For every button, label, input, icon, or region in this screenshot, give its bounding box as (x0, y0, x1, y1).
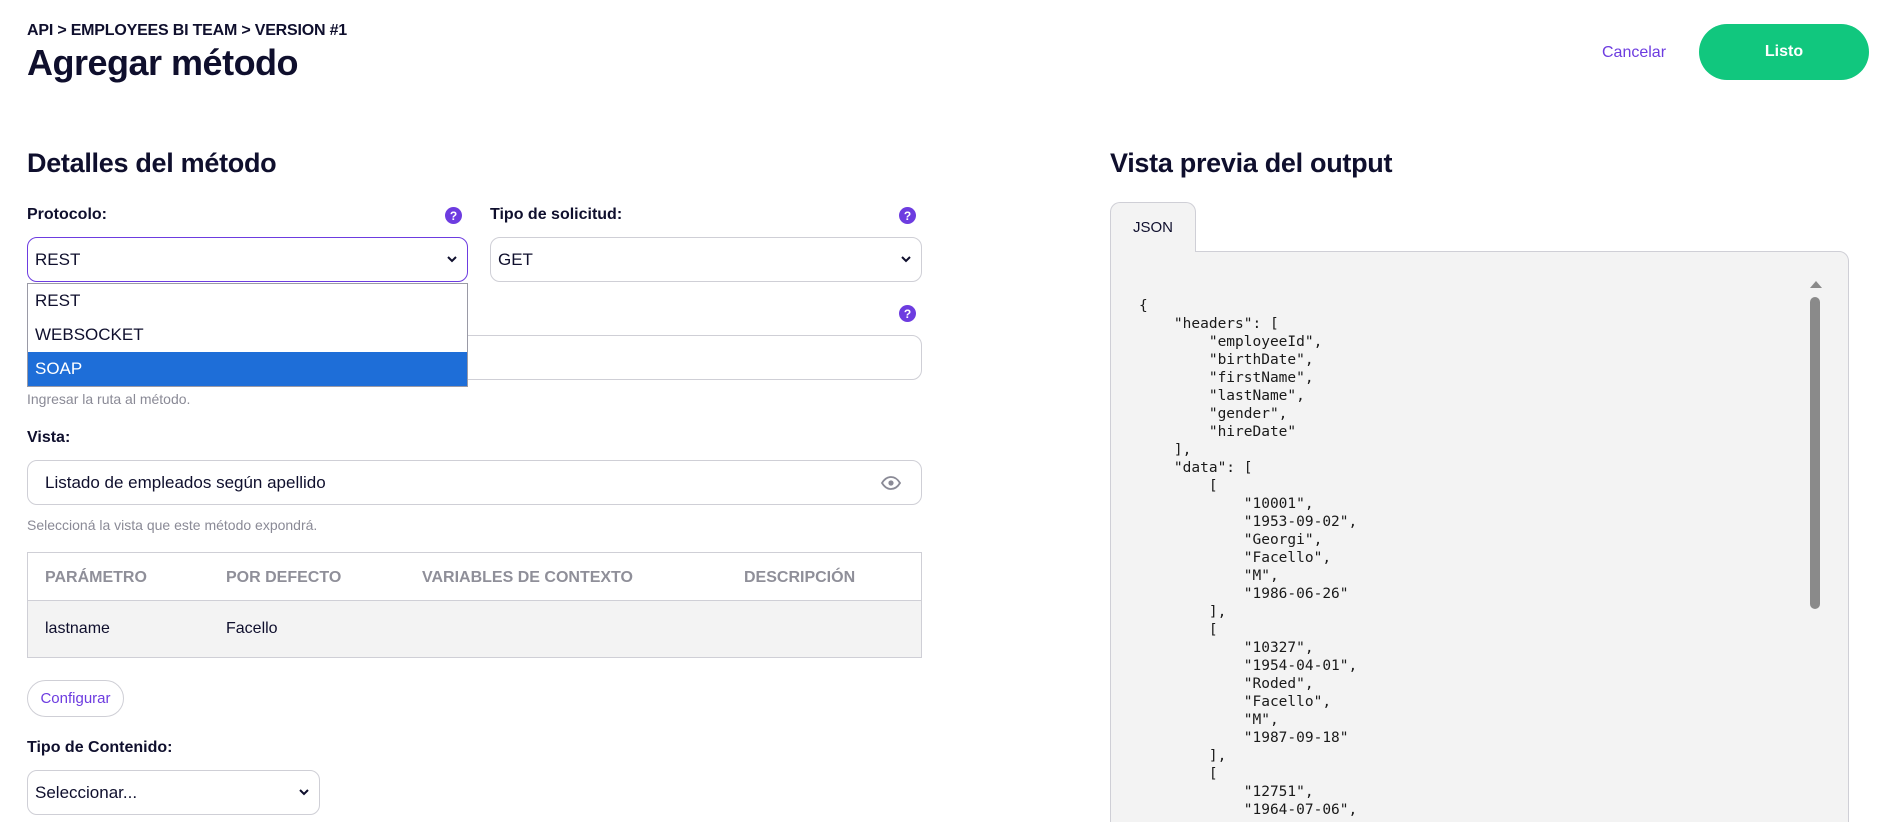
content-type-select[interactable]: Seleccionar... (27, 770, 320, 815)
chevron-down-icon (901, 256, 911, 263)
preview-scrollbar[interactable] (1808, 277, 1822, 822)
page-title: Agregar método (27, 42, 299, 83)
request-type-label: Tipo de solicitud: (490, 206, 623, 223)
cell-param: lastname (45, 620, 110, 637)
view-input[interactable]: Listado de empleados según apellido (27, 460, 922, 505)
protocol-select-value: REST (35, 249, 81, 269)
tab-json[interactable]: JSON (1110, 202, 1196, 252)
protocol-select[interactable]: REST (27, 237, 468, 282)
params-table: PARÁMETRO POR DEFECTO VARIABLES DE CONTE… (27, 552, 922, 658)
protocol-label: Protocolo: (27, 206, 107, 223)
path-help-icon[interactable]: ? (899, 305, 916, 322)
col-header-param: PARÁMETRO (45, 569, 147, 586)
chevron-down-icon (299, 789, 309, 796)
col-header-context: VARIABLES DE CONTEXTO (422, 569, 633, 586)
chevron-down-icon (447, 256, 457, 263)
table-row[interactable]: lastname Facello (28, 601, 921, 657)
params-table-header: PARÁMETRO POR DEFECTO VARIABLES DE CONTE… (28, 553, 921, 601)
output-preview-title: Vista previa del output (1110, 148, 1393, 178)
protocol-option-soap[interactable]: SOAP (28, 352, 467, 386)
done-button[interactable]: Listo (1699, 24, 1869, 80)
view-label: Vista: (27, 429, 71, 446)
scroll-up-icon[interactable] (1810, 281, 1822, 288)
view-hint: Seleccioná la vista que este método expo… (27, 517, 318, 533)
cancel-button[interactable]: Cancelar (1602, 44, 1666, 62)
json-output: { "headers": [ "employeeId", "birthDate"… (1139, 298, 1358, 818)
view-input-value: Listado de empleados según apellido (45, 472, 326, 492)
request-type-select[interactable]: GET (490, 237, 922, 282)
scrollbar-thumb[interactable] (1810, 297, 1820, 609)
cell-default: Facello (226, 620, 278, 637)
eye-icon[interactable] (881, 475, 901, 491)
protocol-dropdown-list: REST WEBSOCKET SOAP (27, 283, 468, 387)
content-type-select-value: Seleccionar... (35, 782, 138, 802)
path-hint: Ingresar la ruta al método. (27, 391, 191, 407)
col-header-description: DESCRIPCIÓN (744, 569, 856, 586)
col-header-default: POR DEFECTO (226, 569, 342, 586)
json-preview-panel: { "headers": [ "employeeId", "birthDate"… (1110, 251, 1849, 822)
configure-button[interactable]: Configurar (27, 680, 124, 717)
breadcrumb: API > EMPLOYEES BI TEAM > VERSION #1 (27, 22, 347, 39)
method-details-title: Detalles del método (27, 148, 277, 178)
request-type-select-value: GET (498, 249, 533, 269)
protocol-option-rest[interactable]: REST (28, 284, 467, 318)
protocol-help-icon[interactable]: ? (445, 207, 462, 224)
content-type-label: Tipo de Contenido: (27, 739, 173, 756)
protocol-option-websocket[interactable]: WEBSOCKET (28, 318, 467, 352)
request-type-help-icon[interactable]: ? (899, 207, 916, 224)
